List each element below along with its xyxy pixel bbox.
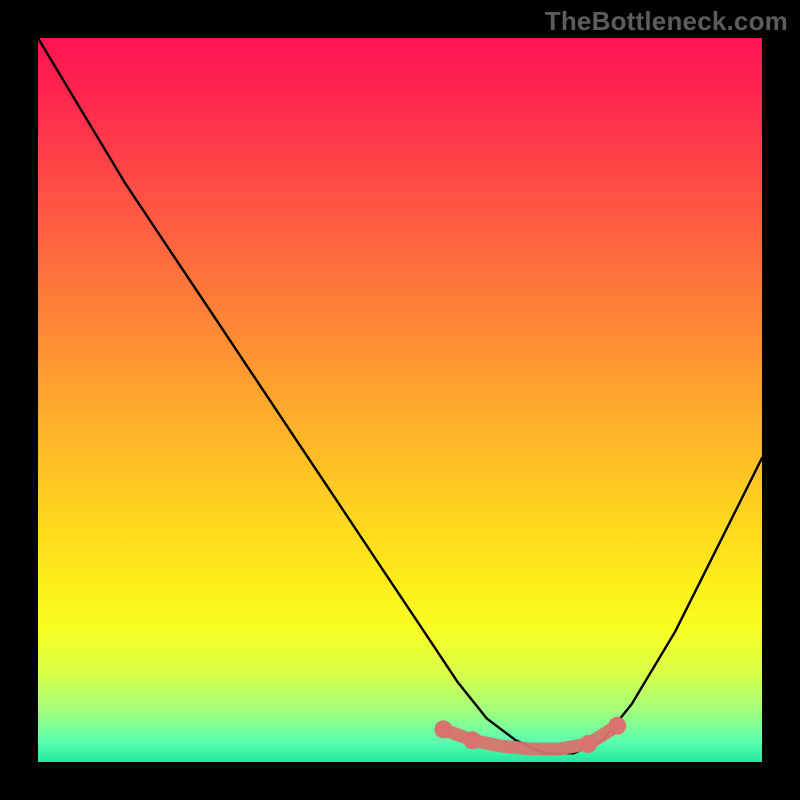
bottleneck-curve [38,38,762,753]
chart-canvas: TheBottleneck.com [0,0,800,800]
curve-layer [38,38,762,762]
optimal-band-dot [434,720,452,738]
watermark-text: TheBottleneck.com [545,6,788,37]
plot-area [38,38,762,762]
optimal-band-dot [608,717,626,735]
optimal-band-dot [463,731,481,749]
optimal-band-dot [579,735,597,753]
